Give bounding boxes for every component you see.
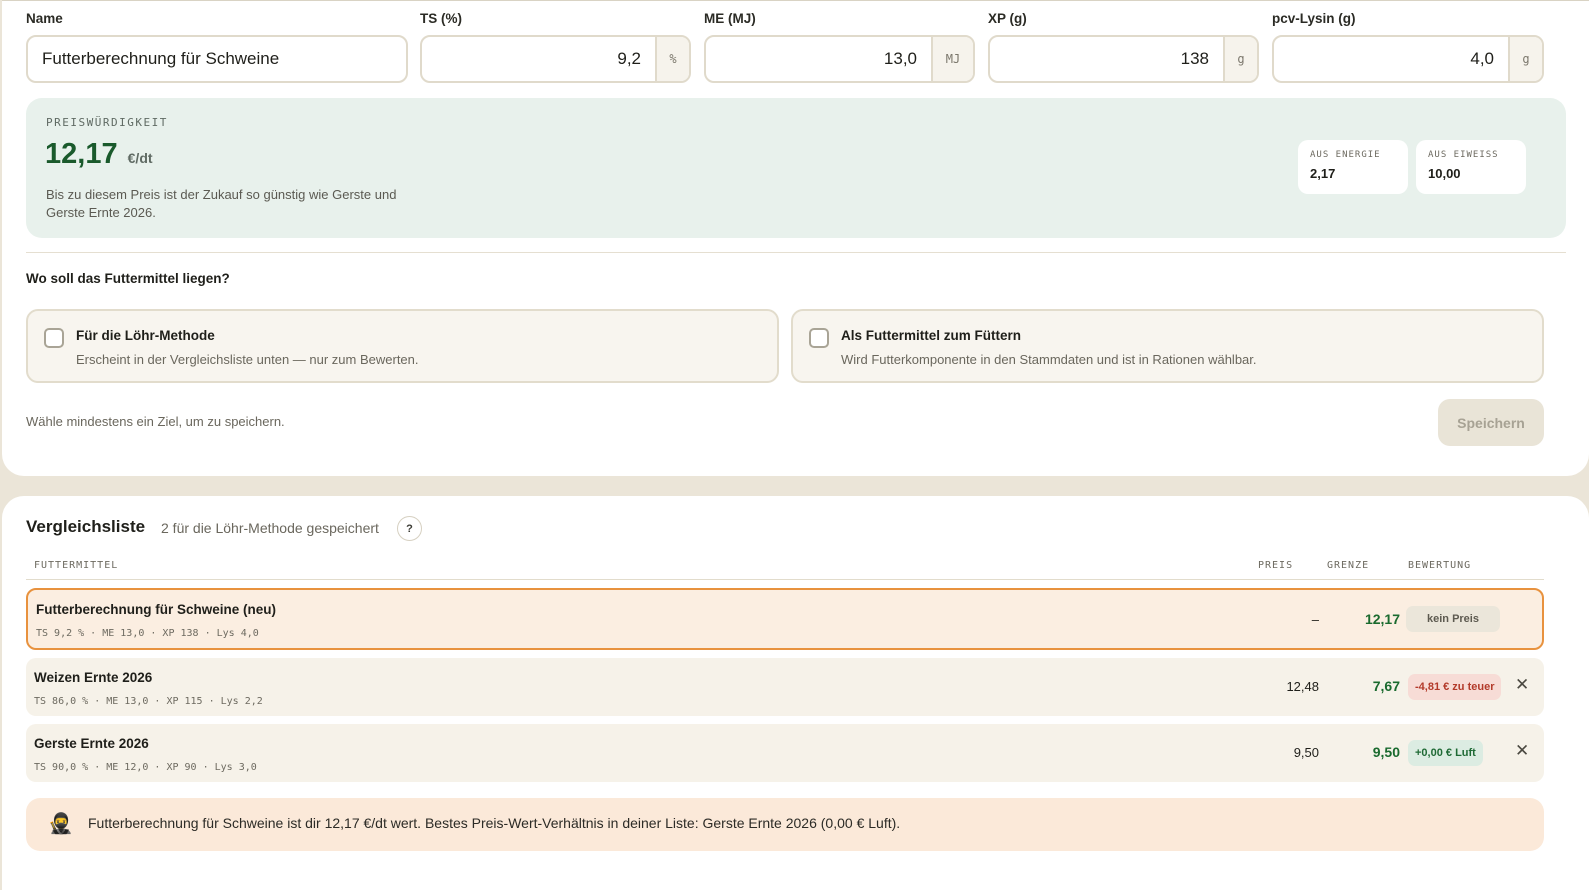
section-divider	[26, 252, 1566, 253]
row-limit: 9,50	[1372, 744, 1400, 760]
row-price: –	[1311, 612, 1319, 627]
save-hint: Wähle mindestens ein Ziel, um zu speiche…	[26, 414, 285, 429]
lysin-label: pcv-Lysin (g)	[1272, 11, 1356, 26]
rating-badge: +0,00 € Luft	[1408, 740, 1483, 766]
protein-chip: AUS EIWEISS 10,00	[1416, 140, 1526, 194]
row-limit: 7,67	[1372, 678, 1400, 694]
ninja-icon: 🥷	[48, 813, 73, 835]
row-name: Gerste Ernte 2026	[34, 736, 149, 751]
help-icon[interactable]: ?	[397, 516, 422, 541]
rating-badge: kein Preis	[1406, 606, 1500, 632]
me-unit: MJ	[931, 37, 973, 81]
protein-chip-label: AUS EIWEISS	[1428, 150, 1499, 160]
xp-input-value[interactable]: 138	[990, 49, 1223, 69]
energy-chip-label: AUS ENERGIE	[1310, 150, 1381, 160]
row-price: 9,50	[1293, 745, 1319, 760]
xp-unit: g	[1223, 37, 1257, 81]
header-price: PREIS	[1258, 560, 1294, 571]
comparison-title: Vergleichsliste	[26, 517, 146, 536]
price-value: 12,17	[45, 138, 118, 170]
price-description: Bis zu diesem Preis ist der Zukauf so gü…	[46, 187, 397, 220]
summary-banner: 🥷 Futterberechnung für Schweine ist dir …	[26, 798, 1544, 851]
me-input-value[interactable]: 13,0	[706, 49, 931, 69]
save-button[interactable]: Speichern	[1438, 399, 1544, 446]
lysin-input[interactable]: 4,0 g	[1272, 35, 1544, 83]
rating-badge: -4,81 € zu teuer	[1408, 674, 1502, 700]
row-name: Weizen Ernte 2026	[34, 670, 153, 685]
row-price: 12,48	[1286, 679, 1319, 694]
ts-input-value[interactable]: 9,2	[422, 49, 655, 69]
loehr-checkbox[interactable]	[44, 328, 64, 348]
row-meta: TS 9,2 % · ME 13,0 · XP 138 · Lys 4,0	[36, 628, 259, 639]
feed-form-card: Name TS (%) ME (MJ) XP (g) pcv-Lysin (g)…	[2, 0, 1589, 476]
header-divider	[26, 579, 1544, 580]
lysin-unit: g	[1508, 37, 1542, 81]
header-limit: GRENZE	[1327, 560, 1370, 571]
table-row[interactable]: Weizen Ernte 2026 TS 86,0 % · ME 13,0 · …	[26, 658, 1544, 716]
protein-chip-value: 10,00	[1428, 166, 1461, 181]
row-meta: TS 86,0 % · ME 13,0 · XP 115 · Lys 2,2	[34, 696, 263, 707]
me-label: ME (MJ)	[704, 11, 756, 26]
option-loehr-method[interactable]: Für die Löhr-Methode Erscheint in der Ve…	[26, 309, 779, 383]
name-input[interactable]: Futterberechnung für Schweine	[26, 35, 408, 83]
summary-text: Futterberechnung für Schweine ist dir 12…	[88, 815, 901, 831]
price-worthiness-panel: PREISWÜRDIGKEIT 12,17 €/dt Bis zu diesem…	[26, 98, 1566, 238]
row-meta: TS 90,0 % · ME 12,0 · XP 90 · Lys 3,0	[34, 762, 257, 773]
feed-checkbox[interactable]	[809, 328, 829, 348]
xp-input[interactable]: 138 g	[988, 35, 1259, 83]
target-question: Wo soll das Futtermittel liegen?	[26, 271, 230, 286]
price-unit: €/dt	[127, 150, 153, 166]
table-row[interactable]: Gerste Ernte 2026 TS 90,0 % · ME 12,0 · …	[26, 724, 1544, 782]
ts-input[interactable]: 9,2 %	[420, 35, 691, 83]
energy-chip: AUS ENERGIE 2,17	[1298, 140, 1408, 194]
me-input[interactable]: 13,0 MJ	[704, 35, 975, 83]
energy-chip-value: 2,17	[1310, 166, 1336, 181]
header-rating: BEWERTUNG	[1408, 560, 1472, 571]
row-name: Futterberechnung für Schweine (neu)	[36, 602, 277, 617]
table-row[interactable]: Futterberechnung für Schweine (neu) TS 9…	[26, 588, 1544, 650]
option-feed-component[interactable]: Als Futtermittel zum Füttern Wird Futter…	[791, 309, 1544, 383]
xp-label: XP (g)	[988, 11, 1027, 26]
row-limit: 12,17	[1364, 611, 1400, 627]
comparison-subtitle: 2 für die Löhr-Methode gespeichert	[161, 520, 379, 536]
option-loehr-desc: Erscheint in der Vergleichsliste unten —…	[76, 352, 419, 367]
name-label: Name	[26, 11, 63, 26]
lysin-input-value[interactable]: 4,0	[1274, 49, 1508, 69]
ts-unit: %	[655, 37, 689, 81]
header-feed: FUTTERMITTEL	[34, 560, 119, 571]
option-loehr-title: Für die Löhr-Methode	[76, 328, 215, 343]
price-worthiness-value: 12,17 €/dt	[45, 138, 153, 171]
name-input-value[interactable]: Futterberechnung für Schweine	[28, 49, 406, 69]
price-worthiness-label: PREISWÜRDIGKEIT	[46, 116, 168, 129]
option-feed-title: Als Futtermittel zum Füttern	[841, 328, 1022, 343]
ts-label: TS (%)	[420, 11, 462, 26]
option-feed-desc: Wird Futterkomponente in den Stammdaten …	[841, 352, 1257, 367]
remove-icon[interactable]: ✕	[1515, 741, 1529, 761]
remove-icon[interactable]: ✕	[1515, 675, 1529, 695]
